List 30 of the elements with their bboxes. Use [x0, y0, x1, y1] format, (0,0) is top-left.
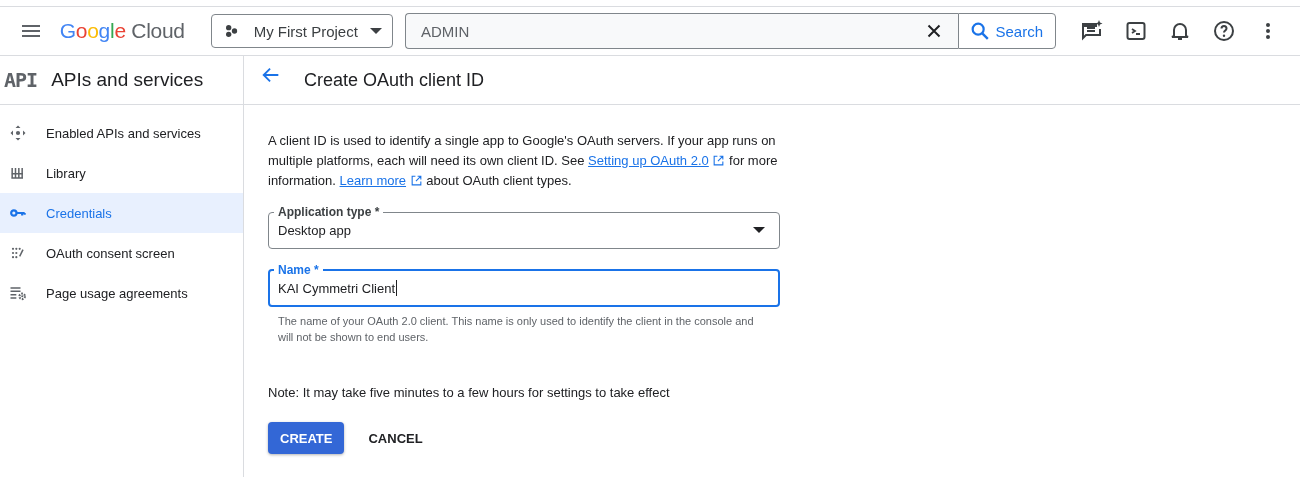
dropdown-icon: [753, 227, 765, 233]
external-link-icon: [409, 174, 423, 187]
note-text: Note: It may take five minutes to a few hours for settings to take effect: [268, 385, 671, 400]
chat-sparkle-icon: [1080, 19, 1104, 43]
dropdown-icon: [369, 28, 382, 34]
google-cloud-logo[interactable]: Google Cloud: [59, 19, 185, 43]
search-button[interactable]: Search: [958, 13, 1056, 49]
page-title: Create OAuth client ID: [304, 69, 485, 91]
api-label: API: [4, 68, 38, 92]
search-field[interactable]: ADMIN: [404, 13, 959, 49]
sidebar-item[interactable]: Enabled APIs and services: [0, 113, 243, 153]
field-hint: The name of your OAuth 2.0 client. This name is only used to identify the client in the console and will not be shown to end users.: [277, 314, 755, 345]
sidebar-item[interactable]: Library: [0, 153, 243, 193]
external-link-icon: [712, 154, 726, 167]
section-title: APIs and services: [51, 69, 204, 91]
create-button[interactable]: CREATE: [268, 422, 345, 454]
name-field[interactable]: Name * KAI Cymmetri Client: [268, 263, 780, 307]
description-text: A client ID is used to identify a single app to Google's OAuth servers. If your app runs on multiple platforms, each will need its own client ID. See Setting up OAuth 2.0 for more information. Learn more about OAuth client types.: [268, 132, 779, 190]
sidebar-item[interactable]: Page usage agreements: [0, 273, 243, 313]
more-icon: [1266, 23, 1270, 39]
terminal-icon: [1124, 19, 1148, 43]
application-type-dropdown[interactable]: Application type * Desktop app: [268, 205, 780, 249]
cancel-button[interactable]: CANCEL: [352, 422, 439, 454]
help-icon: [1212, 19, 1236, 43]
link[interactable]: Learn more: [339, 173, 407, 188]
project-picker[interactable]: My First Project: [210, 14, 393, 48]
arrows-icon: [8, 123, 28, 143]
sidebar-item[interactable]: OAuth consent screen: [0, 233, 243, 273]
link[interactable]: Setting up OAuth 2.0: [588, 153, 709, 168]
sidebar-item[interactable]: Credentials: [0, 193, 243, 233]
